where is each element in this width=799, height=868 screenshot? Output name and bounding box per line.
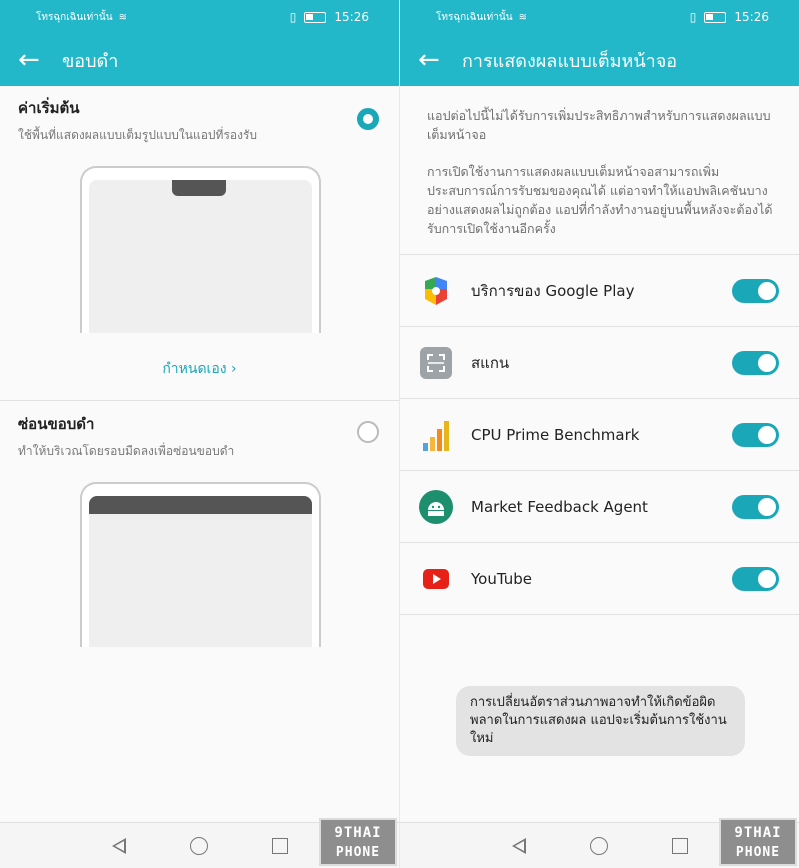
option-default-subtitle: ใช้พื้นที่แสดงผลแบบเต็มรูปแบบในแอปที่รอง… (18, 128, 258, 142)
notch-shape (172, 180, 226, 196)
preview-notch (80, 166, 321, 333)
app-bar: ← ขอบดำ (0, 34, 399, 86)
option-hide-subtitle: ทำให้บริเวณโดยรอบมืดลงเพื่อซ่อนขอบดำ (18, 444, 235, 458)
youtube-icon (419, 562, 453, 596)
option-hide[interactable]: ซ่อนขอบดำ ทำให้บริเวณโดยรอบมืดลงเพื่อซ่อ… (18, 412, 381, 461)
info-text-1: แอปต่อไปนี้ไม่ได้รับการเพิ่มประสิทธิภาพส… (427, 108, 771, 142)
battery-icon (304, 11, 327, 23)
status-bar: โทรฉุกเฉินเท่านั้น ≋ ▯ 15:26 (0, 0, 399, 34)
toggle-switch[interactable] (732, 495, 779, 519)
custom-link[interactable]: กำหนดเอง › (0, 358, 399, 380)
back-arrow-icon[interactable]: ← (18, 47, 62, 73)
clock: 15:26 (734, 10, 769, 24)
chevron-right-icon: › (231, 361, 237, 377)
radio-hide[interactable] (357, 421, 379, 443)
wifi-icon: ≋ (118, 11, 127, 23)
app-name: บริการของ Google Play (471, 282, 635, 300)
google-play-services-icon (419, 274, 453, 308)
nav-home-icon[interactable] (589, 836, 608, 855)
toggle-switch[interactable] (732, 351, 779, 375)
left-screen: โทรฉุกเฉินเท่านั้น ≋ ▯ 15:26 ← ขอบดำ ค่าเ… (0, 0, 399, 868)
app-name: YouTube (471, 570, 532, 588)
scan-icon (419, 346, 453, 380)
toggle-switch[interactable] (732, 567, 779, 591)
android-icon (419, 490, 453, 524)
app-name: สแกน (471, 354, 510, 372)
nav-recent-icon[interactable] (271, 837, 288, 854)
black-bar-shape (89, 496, 312, 514)
preview-hidden (80, 482, 321, 647)
cpu-benchmark-icon (419, 418, 453, 452)
info-text-2: การเปิดใช้งานการแสดงผลแบบเต็มหน้าจอสามาร… (427, 164, 773, 236)
vibrate-icon: ▯ (689, 10, 697, 24)
app-name: CPU Prime Benchmark (471, 426, 640, 444)
radio-default[interactable] (357, 108, 379, 130)
page-title: การแสดงผลแบบเต็มหน้าจอ (462, 50, 678, 72)
toggle-switch[interactable] (732, 423, 779, 447)
page-title: ขอบดำ (62, 50, 119, 72)
nav-recent-icon[interactable] (671, 837, 688, 854)
app-bar: ← การแสดงผลแบบเต็มหน้าจอ (400, 34, 799, 86)
nav-home-icon[interactable] (189, 836, 208, 855)
option-default[interactable]: ค่าเริ่มต้น ใช้พื้นที่แสดงผลแบบเต็มรูปแบ… (18, 96, 381, 145)
battery-icon (704, 11, 727, 23)
vibrate-icon: ▯ (289, 10, 297, 24)
divider (0, 400, 399, 401)
carrier-text: โทรฉุกเฉินเท่านั้น (436, 11, 513, 23)
app-row-scan[interactable]: สแกน (400, 327, 799, 399)
nav-back-icon[interactable] (111, 837, 126, 854)
app-row-cpu-benchmark[interactable]: CPU Prime Benchmark (400, 399, 799, 471)
app-name: Market Feedback Agent (471, 498, 648, 516)
app-row-market-feedback[interactable]: Market Feedback Agent (400, 471, 799, 543)
option-default-title: ค่าเริ่มต้น (18, 99, 80, 117)
status-bar: โทรฉุกเฉินเท่านั้น ≋ ▯ 15:26 (400, 0, 799, 34)
back-arrow-icon[interactable]: ← (418, 47, 462, 73)
wifi-icon: ≋ (518, 11, 527, 23)
toggle-switch[interactable] (732, 279, 779, 303)
watermark-logo: 9THAI PHONE (319, 818, 397, 866)
option-hide-title: ซ่อนขอบดำ (18, 415, 95, 433)
clock: 15:26 (334, 10, 369, 24)
right-screen: โทรฉุกเฉินเท่านั้น ≋ ▯ 15:26 ← การแสดงผลแ… (400, 0, 799, 868)
nav-back-icon[interactable] (511, 837, 526, 854)
carrier-text: โทรฉุกเฉินเท่านั้น (36, 11, 113, 23)
toast-message: การเปลี่ยนอัตราส่วนภาพอาจทำให้เกิดข้อผิด… (456, 686, 745, 756)
app-row-google-play-services[interactable]: บริการของ Google Play (400, 255, 799, 327)
watermark-logo: 9THAI PHONE (719, 818, 797, 866)
app-row-youtube[interactable]: YouTube (400, 543, 799, 615)
